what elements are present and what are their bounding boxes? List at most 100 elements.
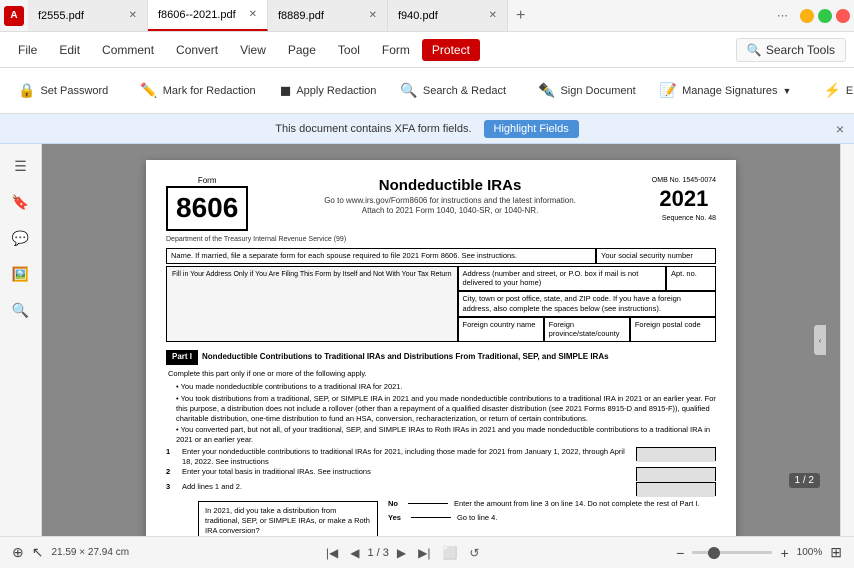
lock-icon: 🔒 — [18, 82, 35, 99]
fit-options-button[interactable]: ⊞ — [830, 544, 842, 561]
tab-close[interactable]: ✕ — [489, 10, 497, 21]
notification-close[interactable]: × — [836, 121, 844, 137]
search-redact-icon: 🔍 — [400, 82, 417, 99]
redaction-icon: ✏️ — [140, 82, 157, 99]
electro-label: Electro... — [846, 85, 854, 97]
doc-title-center: Nondeductible IRAs Go to www.irs.gov/For… — [248, 176, 652, 216]
line-2-row: 2 Enter your total basis in traditional … — [166, 467, 716, 481]
menu-tool[interactable]: Tool — [328, 39, 370, 61]
sidebar-search-icon[interactable]: 🔍 — [7, 296, 35, 324]
minimize-button[interactable] — [800, 9, 814, 23]
set-password-button[interactable]: 🔒 Set Password — [8, 73, 118, 109]
sidebar-comments-icon[interactable]: 💬 — [7, 224, 35, 252]
mark-for-redaction-label: Mark for Redaction — [163, 85, 256, 97]
sign-document-button[interactable]: ✒️ Sign Document — [528, 73, 646, 109]
notification-text: This document contains XFA form fields. — [275, 123, 471, 135]
menu-view[interactable]: View — [230, 39, 276, 61]
doc-year: 2021 — [652, 185, 716, 214]
inset-question-box: In 2021, did you take a distribution fro… — [198, 501, 378, 536]
zoom-slider[interactable] — [692, 551, 772, 554]
menu-edit[interactable]: Edit — [49, 39, 90, 61]
dropdown-icon: ▼ — [783, 86, 792, 96]
page-badge: 1 / 2 — [789, 473, 820, 488]
menu-comment[interactable]: Comment — [92, 39, 164, 61]
apt-field: Apt. no. — [666, 266, 716, 292]
bullet-1: • You made nondeductible contributions t… — [176, 382, 716, 392]
cursor-tool-icon[interactable]: ⊕ — [12, 544, 24, 561]
menu-file[interactable]: File — [8, 39, 47, 61]
maximize-button[interactable] — [818, 9, 832, 23]
sidebar-right — [840, 144, 854, 536]
form-number: 8606 — [166, 186, 248, 230]
menubar: File Edit Comment Convert View Page Tool… — [0, 32, 854, 68]
search-redact-label: Search & Redact — [423, 85, 506, 97]
menu-page[interactable]: Page — [278, 39, 326, 61]
prev-page-button[interactable]: ◀ — [346, 544, 363, 562]
arrow-tool-icon[interactable]: ↖ — [32, 544, 44, 561]
no-text: Enter the amount from line 3 on line 14.… — [454, 499, 700, 509]
sidebar-thumbnails-icon[interactable]: 🖼️ — [7, 260, 35, 288]
line1-num: 1 — [166, 447, 182, 457]
inset-question: In 2021, did you take a distribution fro… — [205, 506, 371, 535]
apply-redaction-label: Apply Redaction — [296, 85, 376, 97]
tab-close[interactable]: ✕ — [129, 10, 137, 21]
statusbar: ⊕ ↖ 21.59 × 27.94 cm |◀ ◀ 1 / 3 ▶ ▶| ⬜ ↺… — [0, 536, 854, 568]
manage-signatures-label: Manage Signatures — [682, 85, 777, 97]
address-section: Fill in Your Address Only if You Are Fil… — [166, 266, 716, 343]
tab-f8606[interactable]: f8606--2021.pdf ✕ — [148, 0, 268, 31]
new-tab-button[interactable]: + — [508, 7, 533, 25]
first-page-button[interactable]: |◀ — [322, 544, 342, 562]
foreign-postal-field: Foreign postal code — [630, 317, 716, 343]
yes-no-section: In 2021, did you take a distribution fro… — [182, 499, 716, 536]
city-field: City, town or post office, state, and ZI… — [458, 291, 717, 317]
mark-for-redaction-button[interactable]: ✏️ Mark for Redaction — [130, 73, 265, 109]
zoom-out-button[interactable]: − — [676, 545, 684, 561]
collapse-right-button[interactable]: ‹ — [814, 325, 826, 355]
ssn-field: Your social security number — [596, 248, 716, 264]
search-redact-button[interactable]: 🔍 Search & Redact — [390, 73, 516, 109]
tab-close[interactable]: ✕ — [369, 10, 377, 21]
menu-convert[interactable]: Convert — [166, 39, 228, 61]
yes-label: Yes — [388, 513, 401, 523]
rotate-button[interactable]: ↺ — [465, 544, 483, 562]
fit-page-button[interactable]: ⬜ — [438, 544, 461, 562]
overflow-button[interactable]: ⋯ — [771, 9, 794, 22]
search-tools-button[interactable]: 🔍 Search Tools — [736, 38, 846, 62]
page-indicator: 1 / 3 — [367, 547, 388, 559]
menu-form[interactable]: Form — [372, 39, 420, 61]
seq-number: Sequence No. 48 — [652, 214, 716, 223]
menu-protect[interactable]: Protect — [422, 39, 480, 61]
toolbar: 🔒 Set Password ✏️ Mark for Redaction ◼ A… — [0, 68, 854, 114]
close-button[interactable] — [836, 9, 850, 23]
doc-subtitle1: Go to www.irs.gov/Form8606 for instructi… — [258, 196, 642, 206]
no-label: No — [388, 499, 398, 509]
electro-button[interactable]: ⚡ Electro... — [813, 73, 854, 109]
manage-signatures-button[interactable]: 📝 Manage Signatures ▼ — [650, 73, 802, 109]
doc-omb: OMB No. 1545-0074 2021 Sequence No. 48 — [652, 176, 716, 223]
apply-redaction-button[interactable]: ◼ Apply Redaction — [270, 73, 387, 109]
next-page-button[interactable]: ▶ — [393, 544, 410, 562]
sidebar-panels-icon[interactable]: ☰ — [7, 152, 35, 180]
sidebar-bookmarks-icon[interactable]: 🔖 — [7, 188, 35, 216]
yes-text: Go to line 4. — [457, 513, 497, 523]
document-page: Form 8606 Nondeductible IRAs Go to www.i… — [146, 160, 736, 536]
part1-header: Part I Nondeductible Contributions to Tr… — [166, 346, 716, 366]
last-page-button[interactable]: ▶| — [414, 544, 434, 562]
tab-f2555[interactable]: f2555.pdf ✕ — [28, 0, 148, 31]
tab-f940[interactable]: f940.pdf ✕ — [388, 0, 508, 31]
statusbar-center: |◀ ◀ 1 / 3 ▶ ▶| ⬜ ↺ — [322, 544, 484, 562]
tabs-bar: f2555.pdf ✕ f8606--2021.pdf ✕ f8889.pdf … — [28, 0, 771, 31]
document-area: Form 8606 Nondeductible IRAs Go to www.i… — [42, 144, 840, 536]
omb-number: OMB No. 1545-0074 — [652, 176, 716, 185]
highlight-fields-button[interactable]: Highlight Fields — [484, 120, 579, 138]
department-text: Department of the Treasury Internal Reve… — [166, 235, 716, 244]
part1-subtitle: Complete this part only if one or more o… — [168, 369, 716, 379]
yes-row: Yes Go to line 4. — [388, 513, 716, 523]
line-3-row: 3 Add lines 1 and 2. — [166, 482, 716, 496]
line-1-row: 1 Enter your nondeductible contributions… — [166, 447, 716, 467]
zoom-in-button[interactable]: + — [780, 545, 788, 561]
part1-label: Part I — [166, 350, 198, 364]
tab-close[interactable]: ✕ — [249, 9, 257, 20]
tab-f8889[interactable]: f8889.pdf ✕ — [268, 0, 388, 31]
electro-icon: ⚡ — [823, 82, 840, 99]
